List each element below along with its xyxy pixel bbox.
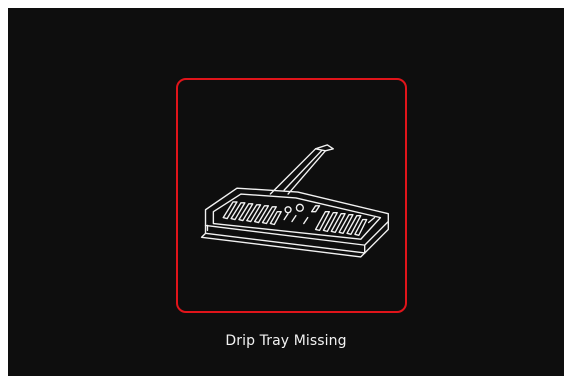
drip-tray-icon bbox=[200, 144, 389, 258]
alert-message: Drip Tray Missing bbox=[225, 333, 347, 349]
alert-frame bbox=[176, 78, 407, 313]
machine-display: Drip Tray Missing bbox=[8, 8, 564, 376]
